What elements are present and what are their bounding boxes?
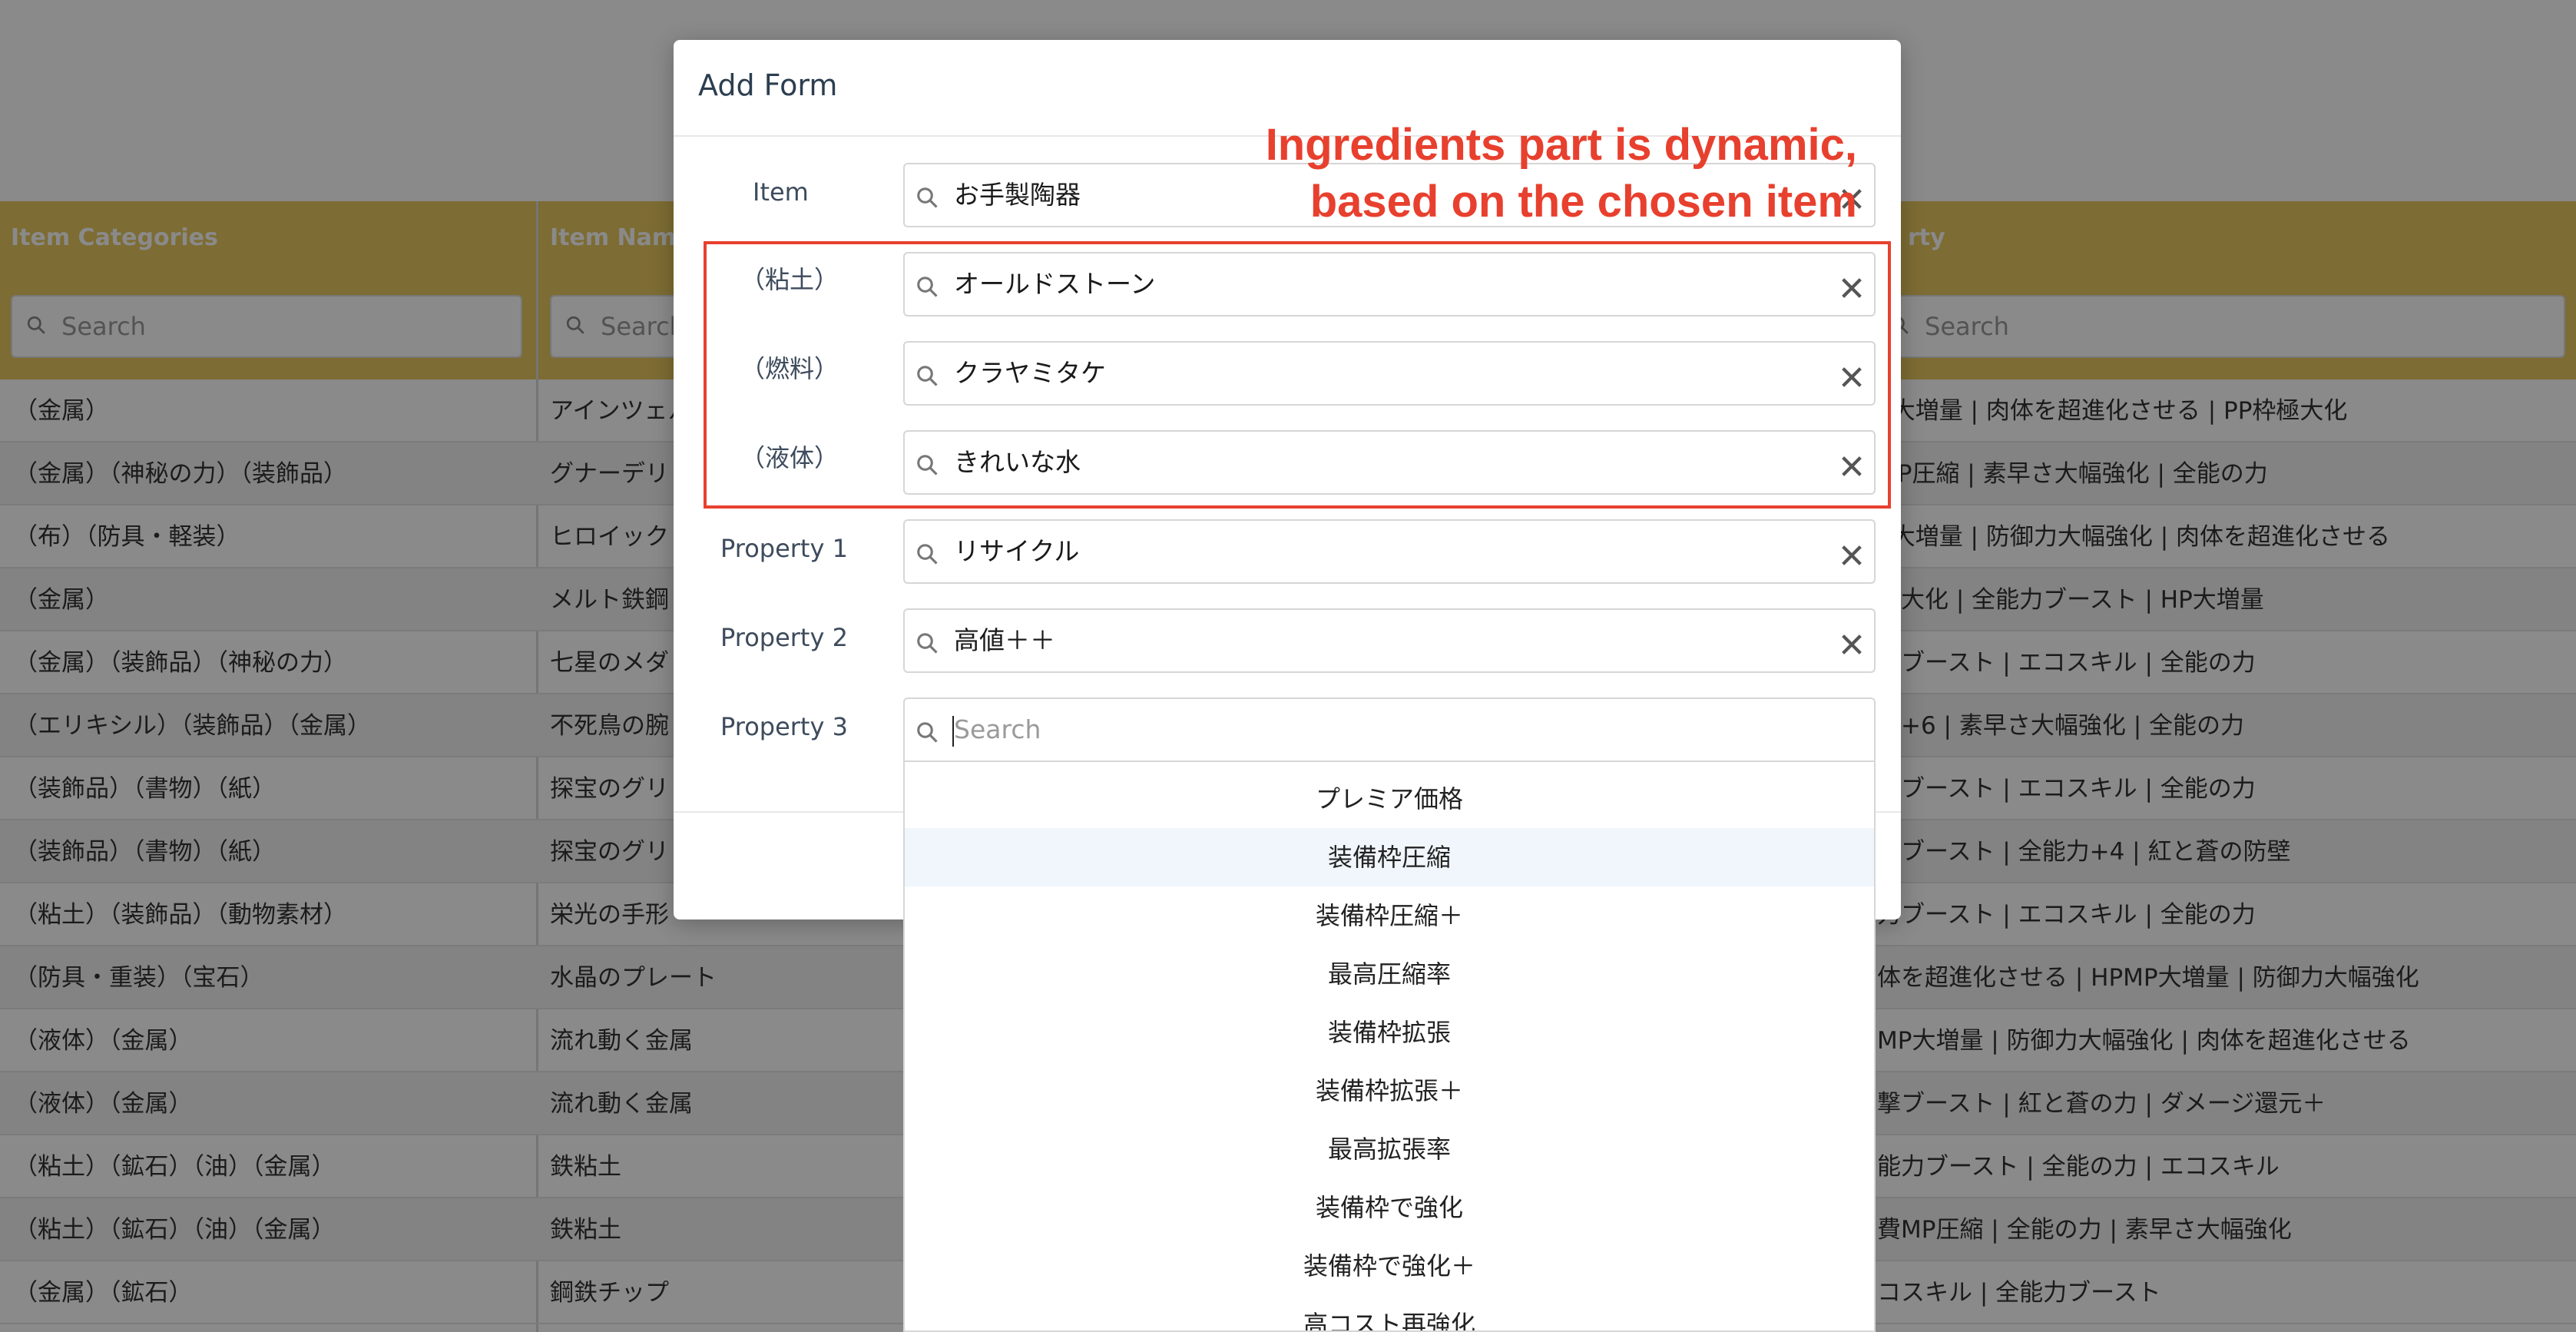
property-3-search-input[interactable]: Search xyxy=(903,697,1876,762)
close-icon[interactable] xyxy=(1839,542,1865,568)
search-icon xyxy=(917,722,938,743)
property-3-dropdown[interactable]: プレミア価格 装備枠圧縮 装備枠圧縮＋ 最高圧縮率 装備枠拡張 装備枠拡張＋ 最高拡張率 装備… xyxy=(903,762,1876,1332)
dropdown-option[interactable]: 装備枠圧縮＋ xyxy=(905,886,1874,945)
dropdown-option[interactable]: 最高拡張率 xyxy=(905,1120,1874,1178)
dropdown-option[interactable]: 装備枠拡張 xyxy=(905,1003,1874,1062)
property-1-value: リサイクル xyxy=(954,536,1080,566)
dropdown-option[interactable]: プレミア価格 xyxy=(905,770,1874,828)
search-icon xyxy=(917,633,938,654)
property-3-placeholder: Search xyxy=(954,714,1041,744)
property-1-label: Property 1 xyxy=(720,534,848,563)
dropdown-options-list: プレミア価格 装備枠圧縮 装備枠圧縮＋ 最高圧縮率 装備枠拡張 装備枠拡張＋ 最高拡張率 装備… xyxy=(905,762,1874,1330)
dropdown-option[interactable]: 高コスト再強化 xyxy=(905,1295,1874,1330)
item-value: お手製陶器 xyxy=(954,180,1081,210)
property-2-select[interactable]: 高値＋＋ xyxy=(903,608,1876,673)
dropdown-option[interactable]: 装備枠で強化 xyxy=(905,1178,1874,1237)
property-2-label: Property 2 xyxy=(720,623,848,652)
dropdown-option[interactable]: 装備枠圧縮 xyxy=(905,828,1874,886)
search-icon xyxy=(917,544,938,565)
search-icon xyxy=(917,187,938,208)
dropdown-option[interactable]: 装備枠拡張＋ xyxy=(905,1062,1874,1120)
property-1-select[interactable]: リサイクル xyxy=(903,519,1876,584)
item-label: Item xyxy=(753,177,809,207)
property-2-value: 高値＋＋ xyxy=(954,625,1055,655)
dropdown-padding xyxy=(905,762,1874,770)
annotation-line-1: Ingredients part is dynamic, xyxy=(1265,120,1857,170)
dropdown-option[interactable]: 装備枠で強化＋ xyxy=(905,1237,1874,1295)
annotation-line-2: based on the chosen item xyxy=(1310,177,1857,227)
modal-title: Add Form xyxy=(698,68,838,102)
property-3-label: Property 3 xyxy=(720,712,848,741)
close-icon[interactable] xyxy=(1839,631,1865,658)
annotation-text: Ingredients part is dynamic, based on th… xyxy=(1266,117,1857,230)
text-caret xyxy=(952,716,954,747)
ingredients-highlight-box xyxy=(704,241,1891,509)
dropdown-option[interactable]: 最高圧縮率 xyxy=(905,945,1874,1003)
